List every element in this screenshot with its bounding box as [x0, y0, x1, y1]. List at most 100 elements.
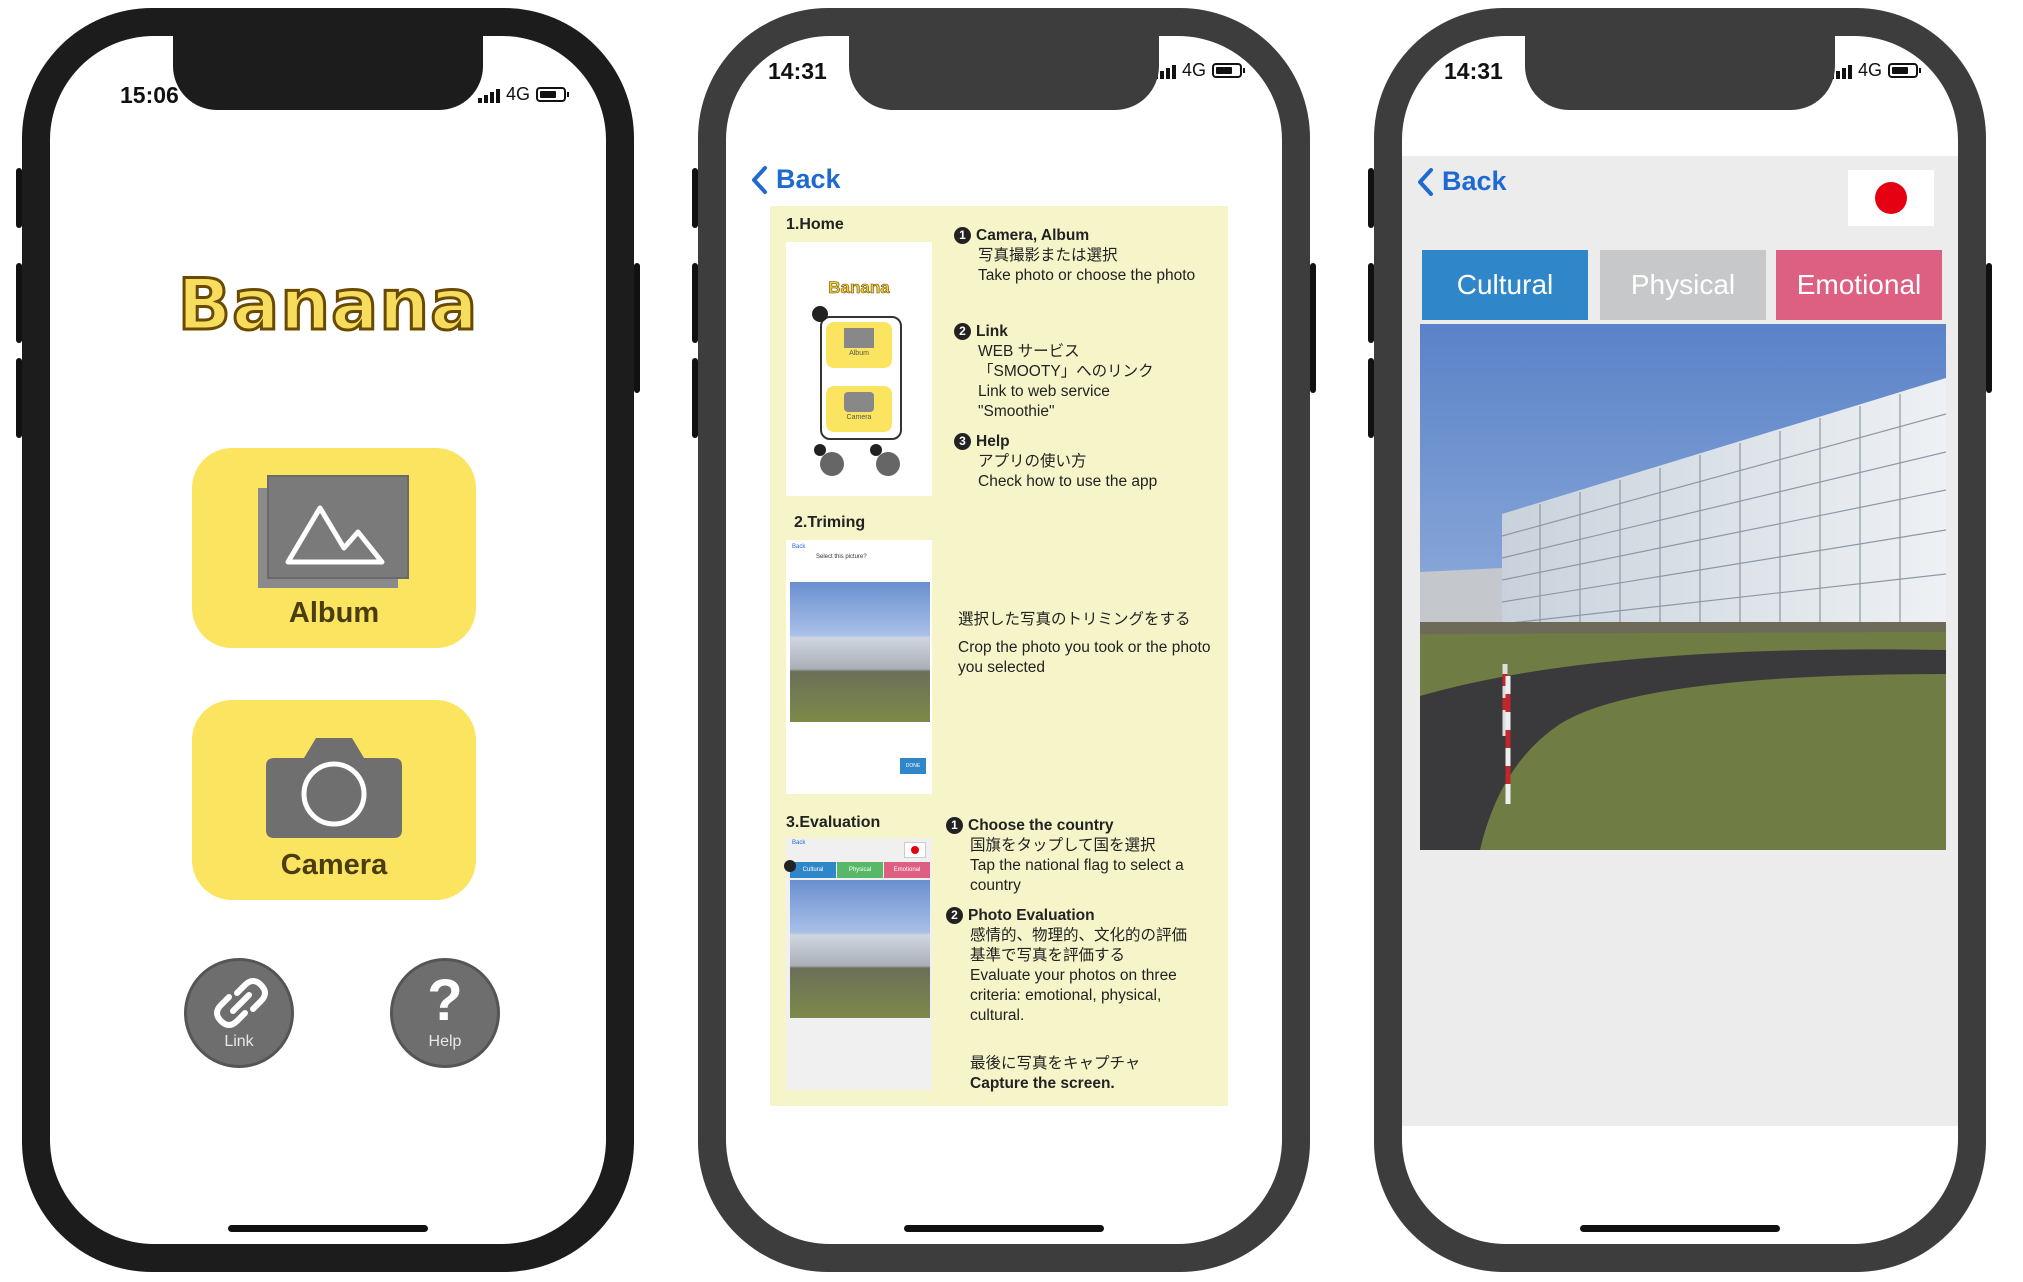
chevron-left-icon	[1418, 167, 1433, 196]
number-badge-2: 2	[954, 323, 971, 340]
thumb-link-button	[820, 452, 844, 476]
thumb-tab-cultural: Cultural	[790, 862, 836, 878]
building-photo	[1420, 324, 1946, 850]
trimming-thumbnail: Back Select this picture? DONE	[786, 540, 932, 794]
battery-icon	[1888, 63, 1921, 78]
thumb-marker-3	[870, 444, 882, 456]
guide-item-help: 3 Help アプリの使い方 Check how to use the app	[954, 432, 1214, 492]
status-time: 14:31	[768, 58, 827, 84]
network-label: 4G	[1181, 60, 1206, 80]
number-badge-1: 1	[954, 227, 971, 244]
evaluation-thumbnail: Back Cultural Physical Emotional	[784, 838, 932, 1090]
thumb-album-label: Album	[849, 350, 869, 357]
guide-item-country: 1 Choose the country 国旗をタップして国を選択 Tap the…	[946, 816, 1216, 896]
camera-button[interactable]: Camera	[192, 700, 476, 900]
thumb-album-button: Album	[826, 322, 892, 368]
back-button[interactable]: Back	[750, 164, 841, 195]
thumb-done-button: DONE	[900, 758, 926, 774]
thumb-marker-2	[784, 860, 796, 872]
back-label: Back	[776, 164, 841, 194]
album-button[interactable]: Album	[192, 448, 476, 648]
help-icon: ?	[427, 968, 463, 1033]
side-button	[1310, 263, 1316, 393]
thumb-camera-button: Camera	[826, 386, 892, 432]
thumb-flag	[904, 842, 926, 858]
guide-item-link: 2 Link WEB サービス「SMOOTY」へのリンク Link to web …	[954, 322, 1204, 422]
link-label: Link	[224, 1033, 254, 1050]
tab-cultural[interactable]: Cultural	[1422, 250, 1588, 320]
side-button	[16, 168, 22, 228]
app-logo: Banana	[176, 263, 479, 348]
thumb-logo: Banana	[828, 278, 890, 298]
side-button	[1986, 263, 1992, 393]
side-button	[634, 263, 640, 393]
notch	[173, 36, 483, 110]
help-button[interactable]: ? Help	[390, 958, 500, 1068]
notch	[849, 36, 1159, 110]
network-label: 4G	[505, 84, 530, 104]
home-indicator	[228, 1225, 428, 1232]
thumb-photo	[790, 582, 930, 722]
thumb-album-icon	[844, 328, 874, 348]
tab-physical[interactable]: Physical	[1600, 250, 1766, 320]
thumb-camera-label: Camera	[846, 414, 872, 421]
side-button	[1368, 358, 1374, 438]
number-badge-2: 2	[946, 907, 963, 924]
thumb-camera-icon	[844, 392, 874, 412]
guide-capture: 最後に写真をキャプチャ Capture the screen.	[970, 1055, 1141, 1092]
number-badge-1: 1	[946, 817, 963, 834]
side-button	[692, 263, 698, 343]
help-guide: 1.Home Banana Album Camera 1 Camera, Alb…	[770, 206, 1228, 1106]
tab-emotional[interactable]: Emotional	[1776, 250, 1942, 320]
network-label: 4G	[1857, 60, 1882, 80]
thumb-tab-emotional: Emotional	[884, 862, 930, 878]
album-label: Album	[288, 597, 380, 629]
camera-label: Camera	[280, 849, 388, 881]
battery-icon	[536, 87, 569, 102]
thumb-back: Back	[792, 840, 806, 846]
side-button	[692, 358, 698, 438]
phone-help: 14:31 4G Back 1.Home Banana Album Camera…	[692, 8, 1316, 1272]
back-button[interactable]: Back	[1416, 166, 1507, 197]
side-button	[1368, 168, 1374, 228]
battery-icon	[1212, 63, 1245, 78]
guide-section-evaluation-title: 3.Evaluation	[786, 814, 881, 831]
side-button	[692, 168, 698, 228]
japan-flag-icon	[1875, 182, 1907, 214]
chevron-left-icon	[752, 165, 767, 194]
link-button[interactable]: Link	[184, 958, 294, 1068]
guide-trimming-text: 選択した写真のトリミングをする Crop the photo you took …	[958, 611, 1211, 676]
status-bar-right: 4G	[1153, 60, 1245, 81]
thumb-question: Select this picture?	[816, 554, 867, 560]
signal-icon	[477, 87, 500, 103]
notch	[1525, 36, 1835, 110]
evaluation-photo	[1420, 324, 1946, 850]
thumb-flag-dot	[911, 846, 919, 854]
evaluation-screen: 14:31 4G Back Cultural Physical Emotiona…	[1402, 36, 1958, 1244]
camera-icon	[266, 738, 402, 838]
number-badge-3: 3	[954, 433, 971, 450]
home-indicator	[1580, 1225, 1780, 1232]
guide-section-home-title: 1.Home	[786, 216, 844, 233]
status-time: 14:31	[1444, 58, 1503, 84]
status-time: 15:06	[120, 82, 179, 108]
country-flag-button[interactable]	[1848, 170, 1934, 226]
thumb-photo	[790, 880, 930, 1018]
album-icon	[258, 475, 409, 588]
phone-home: 15:06 4G Banana Album Camera Link ? Help	[16, 8, 640, 1272]
back-label: Back	[1442, 166, 1507, 196]
thumb-marker-1	[812, 306, 828, 322]
thumb-tab-physical: Physical	[837, 862, 883, 878]
thumb-help-button	[876, 452, 900, 476]
home-indicator	[904, 1225, 1104, 1232]
side-button	[16, 263, 22, 343]
thumb-marker-2	[814, 444, 826, 456]
side-button	[1368, 263, 1374, 343]
home-screen: 15:06 4G Banana Album Camera Link ? Help	[50, 36, 606, 1244]
status-bar-right: 4G	[1829, 60, 1921, 81]
link-icon	[214, 978, 268, 1028]
side-button	[16, 358, 22, 438]
home-thumbnail: Banana Album Camera	[786, 242, 932, 496]
status-bar-right: 4G	[477, 84, 569, 105]
help-screen: 14:31 4G Back 1.Home Banana Album Camera…	[726, 36, 1282, 1244]
